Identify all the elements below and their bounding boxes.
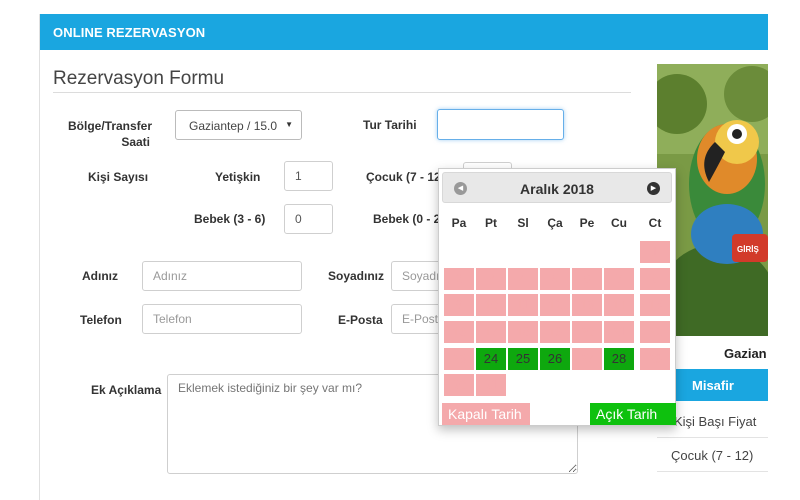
phone-label: Telefon bbox=[80, 313, 122, 327]
calendar-day-closed: 27 bbox=[572, 348, 602, 370]
header-bar: ONLINE REZERVASYON bbox=[40, 14, 768, 50]
side-header-label: Misafir bbox=[692, 378, 734, 393]
legend-open-date: Açık Tarih bbox=[590, 403, 676, 425]
weekday-header: Pe bbox=[579, 216, 595, 230]
calendar-day-closed: 12 bbox=[540, 294, 570, 316]
tour-date-input[interactable] bbox=[437, 109, 564, 140]
calendar-day-closed: 21 bbox=[604, 321, 634, 343]
calendar-day-open[interactable]: 24 bbox=[476, 348, 506, 370]
calendar-day-open[interactable]: 25 bbox=[508, 348, 538, 370]
name-label: Adınız bbox=[82, 269, 118, 283]
weekday-header: Pa bbox=[451, 216, 467, 230]
calendar-day-closed: 6 bbox=[572, 268, 602, 290]
datepicker-title: Aralık 2018 bbox=[520, 181, 594, 197]
phone-placeholder: Telefon bbox=[153, 312, 192, 326]
name-placeholder: Adınız bbox=[153, 269, 188, 283]
name-input[interactable]: Adınız bbox=[142, 261, 302, 291]
calendar-day-closed: 30 bbox=[444, 374, 474, 396]
weekday-header: Ct bbox=[648, 216, 662, 230]
weekday-header: Ça bbox=[547, 216, 563, 230]
calendar-day-open[interactable]: 26 bbox=[540, 348, 570, 370]
calendar-day-closed: 15 bbox=[640, 294, 670, 316]
calendar-day-closed: 8 bbox=[640, 268, 670, 290]
baby36-count-input[interactable]: 0 bbox=[284, 204, 333, 234]
calendar-day-closed: 13 bbox=[572, 294, 602, 316]
calendar-day-closed: 23 bbox=[444, 348, 474, 370]
region-label: Bölge/Transfer Saati bbox=[68, 119, 153, 149]
phone-input[interactable]: Telefon bbox=[142, 304, 302, 334]
surname-label: Soyadınız bbox=[328, 269, 385, 283]
calendar-day-closed: 29 bbox=[640, 348, 670, 370]
calendar-day-closed: 14 bbox=[604, 294, 634, 316]
region-select[interactable]: Gaziantep / 15.0 ▼ bbox=[175, 110, 302, 140]
calendar-day-closed: 11 bbox=[508, 294, 538, 316]
email-label: E-Posta bbox=[338, 313, 383, 327]
child-label: Çocuk (7 - 12) bbox=[366, 170, 438, 184]
calendar-day-closed: 2 bbox=[444, 268, 474, 290]
baby36-count-value: 0 bbox=[295, 212, 302, 226]
adult-label: Yetişkin bbox=[215, 170, 261, 184]
calendar-day-closed: 20 bbox=[572, 321, 602, 343]
calendar-day-closed: 19 bbox=[540, 321, 570, 343]
baby02-label: Bebek (0 - 2) bbox=[373, 212, 438, 226]
chevron-down-icon: ▼ bbox=[285, 120, 293, 129]
calendar-day-closed: 18 bbox=[508, 321, 538, 343]
adult-count-value: 1 bbox=[295, 169, 302, 183]
calendar-day-closed: 31 bbox=[476, 374, 506, 396]
note-label: Ek Açıklama bbox=[91, 383, 162, 397]
calendar-day-closed: 5 bbox=[540, 268, 570, 290]
calendar-day-closed: 3 bbox=[476, 268, 506, 290]
svg-text:GİRİŞ: GİRİŞ bbox=[737, 245, 759, 254]
next-month-icon[interactable]: ▶ bbox=[647, 182, 660, 195]
side-tour-name: Gazian bbox=[724, 346, 767, 361]
calendar-day-closed: 16 bbox=[444, 321, 474, 343]
person-count-label: Kişi Sayısı bbox=[88, 170, 149, 184]
datepicker-header: ◀ Aralık 2018 ▶ bbox=[442, 172, 672, 203]
calendar-day-closed: 10 bbox=[476, 294, 506, 316]
region-select-value: Gaziantep / 15.0 bbox=[189, 119, 278, 133]
tour-date-label: Tur Tarihi bbox=[363, 118, 417, 132]
legend-closed-date: Kapalı Tarih bbox=[442, 403, 530, 425]
calendar-day-closed: 1 bbox=[640, 241, 670, 263]
weekday-header: Pt bbox=[485, 216, 497, 230]
baby36-label: Bebek (3 - 6) bbox=[194, 212, 266, 226]
form-title: Rezervasyon Formu bbox=[53, 68, 225, 89]
calendar-day-closed: 4 bbox=[508, 268, 538, 290]
adult-count-input[interactable]: 1 bbox=[284, 161, 333, 191]
side-row-child: Çocuk (7 - 12) bbox=[657, 438, 768, 472]
weekday-header: Sl bbox=[517, 216, 529, 230]
calendar-day-closed: 7 bbox=[604, 268, 634, 290]
weekday-header: Cu bbox=[611, 216, 627, 230]
datepicker-popup: ◀ Aralık 2018 ▶ Pa Pt Sl Ça Pe Cu Ct 1 2 3 4 5 6 7 8 9 1… bbox=[438, 168, 676, 426]
header-title: ONLINE REZERVASYON bbox=[53, 25, 206, 40]
calendar-day-closed: 9 bbox=[444, 294, 474, 316]
title-divider bbox=[53, 92, 631, 93]
calendar-day-closed: 22 bbox=[640, 321, 670, 343]
calendar-day-closed: 17 bbox=[476, 321, 506, 343]
calendar-day-open[interactable]: 28 bbox=[604, 348, 634, 370]
